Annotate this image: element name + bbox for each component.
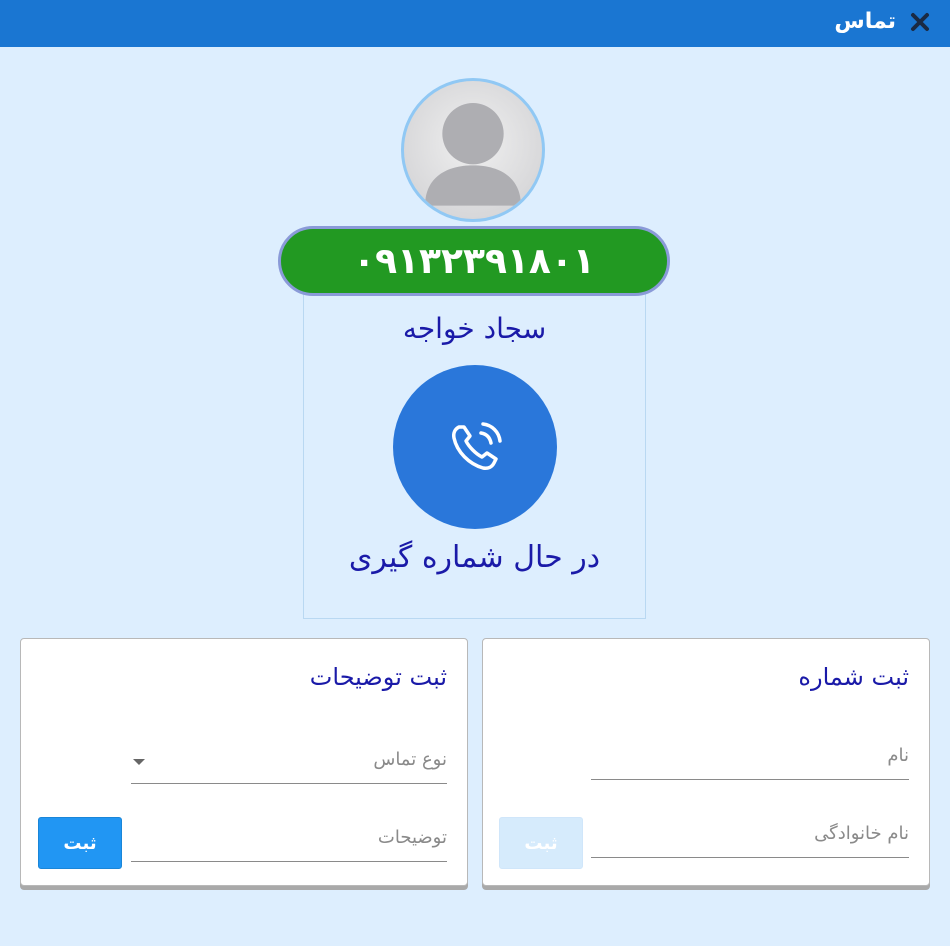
register-card-title: ثبت شماره	[798, 663, 909, 691]
register-number-card: ثبت شماره نام نام خانوادگی ثبت	[482, 638, 930, 886]
call-type-select[interactable]: نوع تماس	[131, 743, 447, 784]
title-bar: تماس	[0, 0, 950, 47]
phone-ringing-icon	[452, 422, 502, 470]
dropdown-caret-icon	[133, 759, 145, 765]
user-silhouette-icon	[425, 103, 521, 206]
close-icon[interactable]	[908, 10, 932, 34]
first-name-label: نام	[887, 745, 909, 766]
notes-card-title: ثبت توضیحات	[309, 663, 447, 691]
call-button[interactable]	[393, 365, 557, 529]
contact-name: سجاد خواجه	[402, 312, 547, 345]
register-submit-button[interactable]: ثبت	[499, 817, 583, 869]
call-type-label: نوع تماس	[373, 749, 447, 770]
description-field[interactable]: توضیحات	[131, 821, 447, 862]
last-name-field[interactable]: نام خانوادگی	[591, 817, 909, 858]
description-label: توضیحات	[377, 827, 447, 848]
call-status: در حال شماره گیری	[348, 540, 601, 575]
notes-card: ثبت توضیحات نوع تماس توضیحات ثبت	[20, 638, 468, 886]
first-name-field[interactable]: نام	[591, 739, 909, 780]
phone-number: ۰۹۱۳۲۳۹۱۸۰۱	[278, 226, 670, 296]
window-title: تماس	[834, 9, 896, 34]
notes-submit-button[interactable]: ثبت	[38, 817, 122, 869]
last-name-label: نام خانوادگی	[814, 823, 909, 844]
avatar	[401, 78, 545, 222]
